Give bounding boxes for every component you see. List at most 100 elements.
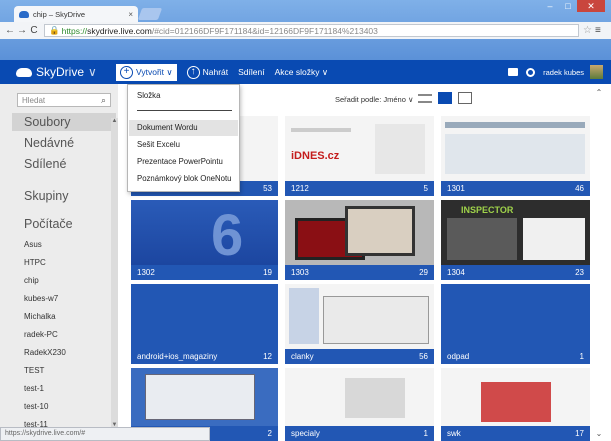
sidebar-computer-item[interactable]: Michalka (24, 312, 56, 321)
folder-tile[interactable]: clanky 56 (285, 284, 434, 364)
skydrive-logo[interactable]: SkyDrive ∨ (0, 65, 118, 79)
reload-icon[interactable]: C (28, 25, 40, 36)
folder-count: 23 (575, 268, 584, 277)
folder-thumbnail (285, 200, 434, 265)
menu-item-powerpoint[interactable]: Prezentace PowerPointu (137, 157, 223, 166)
app-menu-chevron-icon[interactable]: ∨ (88, 65, 97, 79)
messages-icon[interactable] (508, 68, 519, 76)
folder-tile[interactable]: iDNES.cz 1212 5 (285, 116, 434, 196)
folder-count: 12 (263, 352, 272, 361)
lock-icon: 🔒 (49, 25, 60, 35)
sidebar-computer-item[interactable]: radek-PC (24, 330, 58, 339)
user-name[interactable]: radek kubes (543, 68, 584, 77)
maximize-button[interactable]: □ (559, 0, 577, 12)
sidebar-scrollbar[interactable]: ▲ ▼ (111, 118, 118, 428)
folder-tile[interactable]: 1301 46 (441, 116, 590, 196)
upload-button[interactable]: ↑ Nahrát (186, 65, 228, 79)
folder-tile[interactable]: odpad 1 (441, 284, 590, 364)
upload-arrow-icon: ↑ (186, 65, 200, 79)
window-controls: – □ ✕ (541, 0, 605, 12)
folder-tile[interactable]: INSPECTOR 1304 23 (441, 200, 590, 280)
new-tab-button[interactable] (137, 8, 163, 20)
thumbnail-view-icon[interactable] (438, 92, 452, 104)
url-scheme: https:// (61, 25, 88, 36)
menu-item-folder[interactable]: Složka (137, 91, 160, 100)
sidebar-computer-item[interactable]: TEST (24, 366, 44, 375)
folder-name: 1301 (447, 184, 465, 193)
create-menu: Složka Dokument Wordu Sešit Excelu Preze… (127, 84, 240, 192)
folder-count: 1 (579, 352, 584, 361)
sidebar-computer-item[interactable]: RadekX230 (24, 348, 66, 357)
plus-icon: + (120, 65, 133, 79)
details-pane-icon[interactable] (458, 92, 472, 104)
browser-menu-icon[interactable]: ≡ (595, 25, 607, 36)
back-arrow-icon[interactable]: ← (4, 25, 16, 36)
list-view-icon[interactable] (418, 94, 432, 103)
folder-tile[interactable]: 6 1302 19 (131, 200, 278, 280)
folder-count: 56 (419, 352, 428, 361)
folder-tile[interactable]: 1303 29 (285, 200, 434, 280)
app-name: SkyDrive (36, 65, 85, 79)
menu-item-word[interactable]: Dokument Wordu (137, 123, 198, 132)
menu-item-excel[interactable]: Sešit Excelu (137, 140, 180, 149)
folder-name: swk (447, 429, 461, 438)
folder-tile[interactable]: swk 17 (441, 368, 590, 441)
folder-name: android+ios_magaziny (137, 352, 218, 361)
folder-thumbnail (285, 368, 434, 426)
scroll-up-icon[interactable]: ⌃ (594, 88, 604, 97)
folder-thumbnail (441, 284, 590, 349)
share-button[interactable]: Sdílení (238, 67, 264, 77)
avatar[interactable] (590, 65, 603, 79)
gear-icon[interactable] (526, 67, 536, 77)
sidebar-computer-item[interactable]: test-10 (24, 402, 48, 411)
create-button[interactable]: + Vytvořit ∨ (116, 63, 177, 81)
sidebar-item-groups[interactable]: Skupiny (24, 189, 68, 203)
folder-thumbnail (131, 368, 278, 426)
main-area: Hledat ⌕ Soubory Nedávné Sdílené Skupiny… (0, 84, 611, 441)
content-scrollbar[interactable]: ⌃ ⌄ (594, 88, 604, 438)
minimize-button[interactable]: – (541, 0, 559, 12)
forward-arrow-icon[interactable]: → (16, 25, 28, 36)
sidebar-computer-item[interactable]: test-1 (24, 384, 44, 393)
sidebar-computer-item[interactable]: kubes-w7 (24, 294, 58, 303)
search-icon[interactable]: ⌕ (101, 95, 106, 106)
folder-count: 46 (575, 184, 584, 193)
folder-thumbnail: INSPECTOR (441, 200, 590, 265)
bookmark-star-icon[interactable]: ☆ (583, 25, 595, 36)
browser-tab[interactable]: chip – SkyDrive × (14, 6, 138, 22)
skydrive-header: SkyDrive ∨ + Vytvořit ∨ ↑ Nahrát Sdílení… (0, 60, 611, 84)
folder-tile[interactable]: specialy 1 (285, 368, 434, 441)
sidebar-computer-item[interactable]: HTPC (24, 258, 46, 267)
status-bar-url: https://skydrive.live.com/# (0, 427, 210, 441)
menu-item-onenote[interactable]: Poznámkový blok OneNotu (137, 174, 231, 183)
sidebar-item-files[interactable]: Soubory (24, 115, 71, 129)
url-host: skydrive.live.com (87, 25, 152, 36)
folder-actions-button[interactable]: Akce složky ∨ (275, 67, 328, 78)
folder-tile[interactable]: android+ios_magaziny 12 (131, 284, 278, 364)
share-label: Sdílení (238, 67, 265, 77)
folder-thumbnail: 6 (131, 200, 278, 268)
folder-thumbnail (285, 284, 434, 349)
tab-close-icon[interactable]: × (128, 10, 133, 19)
close-window-button[interactable]: ✕ (577, 0, 605, 12)
browser-toolbar: ← → C 🔒 https:// skydrive.live.com /#cid… (0, 22, 611, 39)
sort-dropdown[interactable]: Seřadit podle: Jméno ∨ (335, 95, 413, 104)
sidebar-computer-item[interactable]: chip (24, 276, 39, 285)
search-placeholder: Hledat (22, 95, 46, 105)
folder-count: 2 (267, 429, 272, 438)
sidebar-item-recent[interactable]: Nedávné (24, 136, 74, 150)
folder-name: 1304 (447, 268, 465, 277)
scroll-down-icon[interactable]: ⌄ (594, 429, 604, 438)
sidebar-computer-item[interactable]: Asus (24, 240, 42, 249)
folder-name: specialy (291, 429, 320, 438)
address-bar[interactable]: 🔒 https:// skydrive.live.com /#cid=01216… (44, 24, 579, 37)
scroll-up-icon[interactable]: ▲ (111, 118, 118, 124)
search-input[interactable]: Hledat ⌕ (17, 93, 111, 107)
sidebar-item-shared[interactable]: Sdílené (24, 157, 66, 171)
folder-count: 5 (423, 184, 428, 193)
folder-name: clanky (291, 352, 314, 361)
folder-count: 17 (575, 429, 584, 438)
folder-thumbnail (441, 368, 590, 426)
url-path: /#cid=012166DF9F171184&id=12166DF9F17118… (151, 25, 378, 36)
folder-thumbnail (131, 284, 278, 349)
